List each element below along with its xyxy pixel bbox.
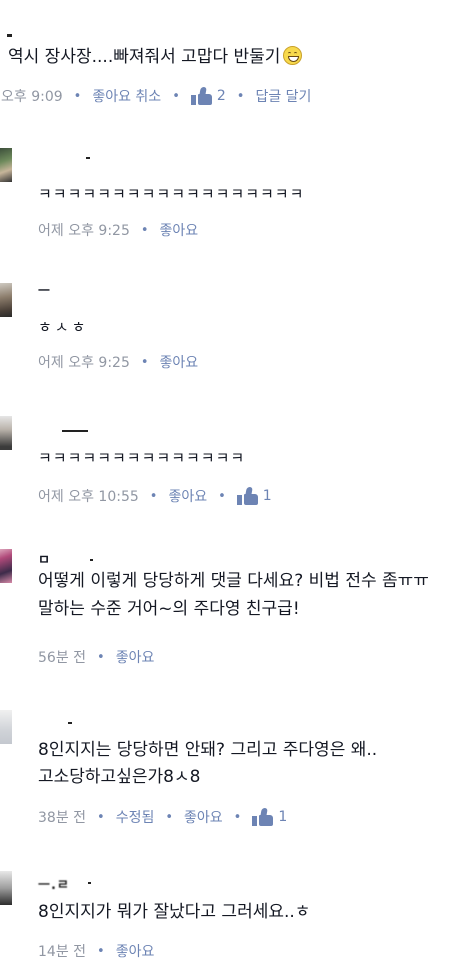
comment-2: ㅋㅋㅋㅋㅋㅋㅋㅋㅋㅋㅋㅋㅋㅋㅋㅋㅋㅋ 어제 오후 9:25 • 좋아요	[0, 140, 475, 250]
reply-button[interactable]: 답글 달기	[255, 86, 311, 106]
redacted-name-mark	[90, 559, 93, 561]
separator: •	[97, 943, 105, 959]
comment-text-line-1: 8인지지는 당당하면 안돼? 그리고 주다영은 왜..	[38, 740, 378, 760]
separator: •	[172, 88, 180, 104]
separator: •	[233, 809, 242, 825]
separator: •	[73, 88, 82, 104]
separator: •	[165, 809, 174, 825]
separator: •	[140, 222, 149, 238]
grinning-face-icon	[283, 46, 303, 65]
redacted-name-mark	[62, 430, 88, 432]
thumbs-up-icon[interactable]	[190, 87, 213, 105]
comment-5: ㅁ 어떻게 이렇게 당당하게 댓글 다세요? 비법 전수 좀ㅠㅠ 말하는 수준 …	[0, 545, 475, 675]
timestamp[interactable]: 14분 전	[38, 941, 86, 961]
separator: •	[140, 354, 149, 370]
user-avatar[interactable]	[0, 549, 12, 583]
comment-7: ㅡ.ㄹ 8인지지가 뭐가 잘났다고 그러세요..ㅎ 14분 전 • 좋아요	[0, 865, 475, 963]
thumbs-up-icon[interactable]	[252, 808, 274, 826]
like-count[interactable]: 1	[278, 809, 287, 825]
comment-1: 역시 장사장....빠져줘서 고맙다 반둘기 오후 9:09 • 좋아요 취소 …	[0, 0, 475, 115]
separator: •	[218, 488, 226, 504]
comment-text-line-2: 말하는 수준 거어~의 주다영 친구급!	[38, 599, 300, 619]
comment-meta: 어제 오후 10:55 • 좋아요 • 1	[38, 486, 272, 506]
like-button[interactable]: 좋아요	[168, 486, 207, 506]
comment-text: 역시 장사장....빠져줘서 고맙다 반둘기	[8, 45, 303, 70]
user-avatar[interactable]	[0, 710, 12, 744]
commenter-name[interactable]: ㅡ.ㄹ	[38, 874, 70, 893]
comment-6: 8인지지는 당당하면 안돼? 그리고 주다영은 왜.. 고소당하고싶은가8ㅅ8 …	[0, 700, 475, 840]
user-avatar[interactable]	[0, 416, 12, 450]
timestamp[interactable]: 38분 전	[38, 807, 86, 827]
user-avatar[interactable]	[0, 871, 12, 905]
redacted-name-mark	[88, 882, 91, 884]
redacted-name-mark	[7, 34, 12, 37]
comment-meta: 어제 오후 9:25 • 좋아요	[38, 220, 198, 240]
comment-text: ㅋㅋㅋㅋㅋㅋㅋㅋㅋㅋㅋㅋㅋㅋ	[38, 449, 246, 467]
like-button[interactable]: 좋아요	[116, 647, 155, 667]
separator: •	[97, 809, 105, 825]
unlike-button[interactable]: 좋아요 취소	[92, 86, 161, 106]
timestamp[interactable]: 어제 오후 10:55	[38, 486, 139, 506]
redacted-name-mark	[68, 722, 72, 724]
comment-meta: 38분 전 • 수정됨 • 좋아요 • 1	[38, 807, 287, 827]
comment-meta: 오후 9:09 • 좋아요 취소 • 2 • 답글 달기	[1, 86, 311, 106]
like-count[interactable]: 2	[217, 88, 226, 104]
thumbs-up-icon[interactable]	[236, 487, 259, 505]
comment-text: ㅋㅋㅋㅋㅋㅋㅋㅋㅋㅋㅋㅋㅋㅋㅋㅋㅋㅋ	[38, 185, 305, 203]
comment-text: ㅎㅅㅎ	[38, 318, 89, 336]
edited-label[interactable]: 수정됨	[116, 807, 155, 827]
comment-text-line-2: 고소당하고싶은가8ㅅ8	[38, 767, 201, 787]
timestamp[interactable]: 어제 오후 9:25	[38, 220, 130, 240]
comment-text-line-1: 어떻게 이렇게 당당하게 댓글 다세요? 비법 전수 좀ㅠㅠ	[38, 571, 429, 591]
like-count[interactable]: 1	[263, 488, 272, 504]
like-button[interactable]: 좋아요	[160, 220, 199, 240]
comment-4: ㅋㅋㅋㅋㅋㅋㅋㅋㅋㅋㅋㅋㅋㅋ 어제 오후 10:55 • 좋아요 • 1	[0, 410, 475, 520]
comment-meta: 14분 전 • 좋아요	[38, 941, 154, 961]
commenter-name[interactable]: ㅡ	[38, 280, 51, 299]
like-button[interactable]: 좋아요	[160, 352, 199, 372]
comment-meta: 56분 전 • 좋아요	[38, 647, 154, 667]
separator: •	[236, 88, 245, 104]
commenter-name[interactable]: ㅁ	[38, 549, 51, 568]
comment-3: ㅡ ㅎㅅㅎ 어제 오후 9:25 • 좋아요	[0, 275, 475, 385]
redacted-name-mark	[86, 157, 90, 159]
separator: •	[97, 649, 105, 665]
user-avatar[interactable]	[0, 148, 12, 182]
timestamp[interactable]: 56분 전	[38, 647, 86, 667]
timestamp[interactable]: 오후 9:09	[1, 86, 63, 106]
separator: •	[149, 488, 158, 504]
user-avatar[interactable]	[0, 283, 12, 317]
like-button[interactable]: 좋아요	[116, 941, 155, 961]
like-button[interactable]: 좋아요	[184, 807, 223, 827]
timestamp[interactable]: 어제 오후 9:25	[38, 352, 130, 372]
comment-text: 8인지지가 뭐가 잘났다고 그러세요..ㅎ	[38, 902, 311, 922]
comment-meta: 어제 오후 9:25 • 좋아요	[38, 352, 198, 372]
